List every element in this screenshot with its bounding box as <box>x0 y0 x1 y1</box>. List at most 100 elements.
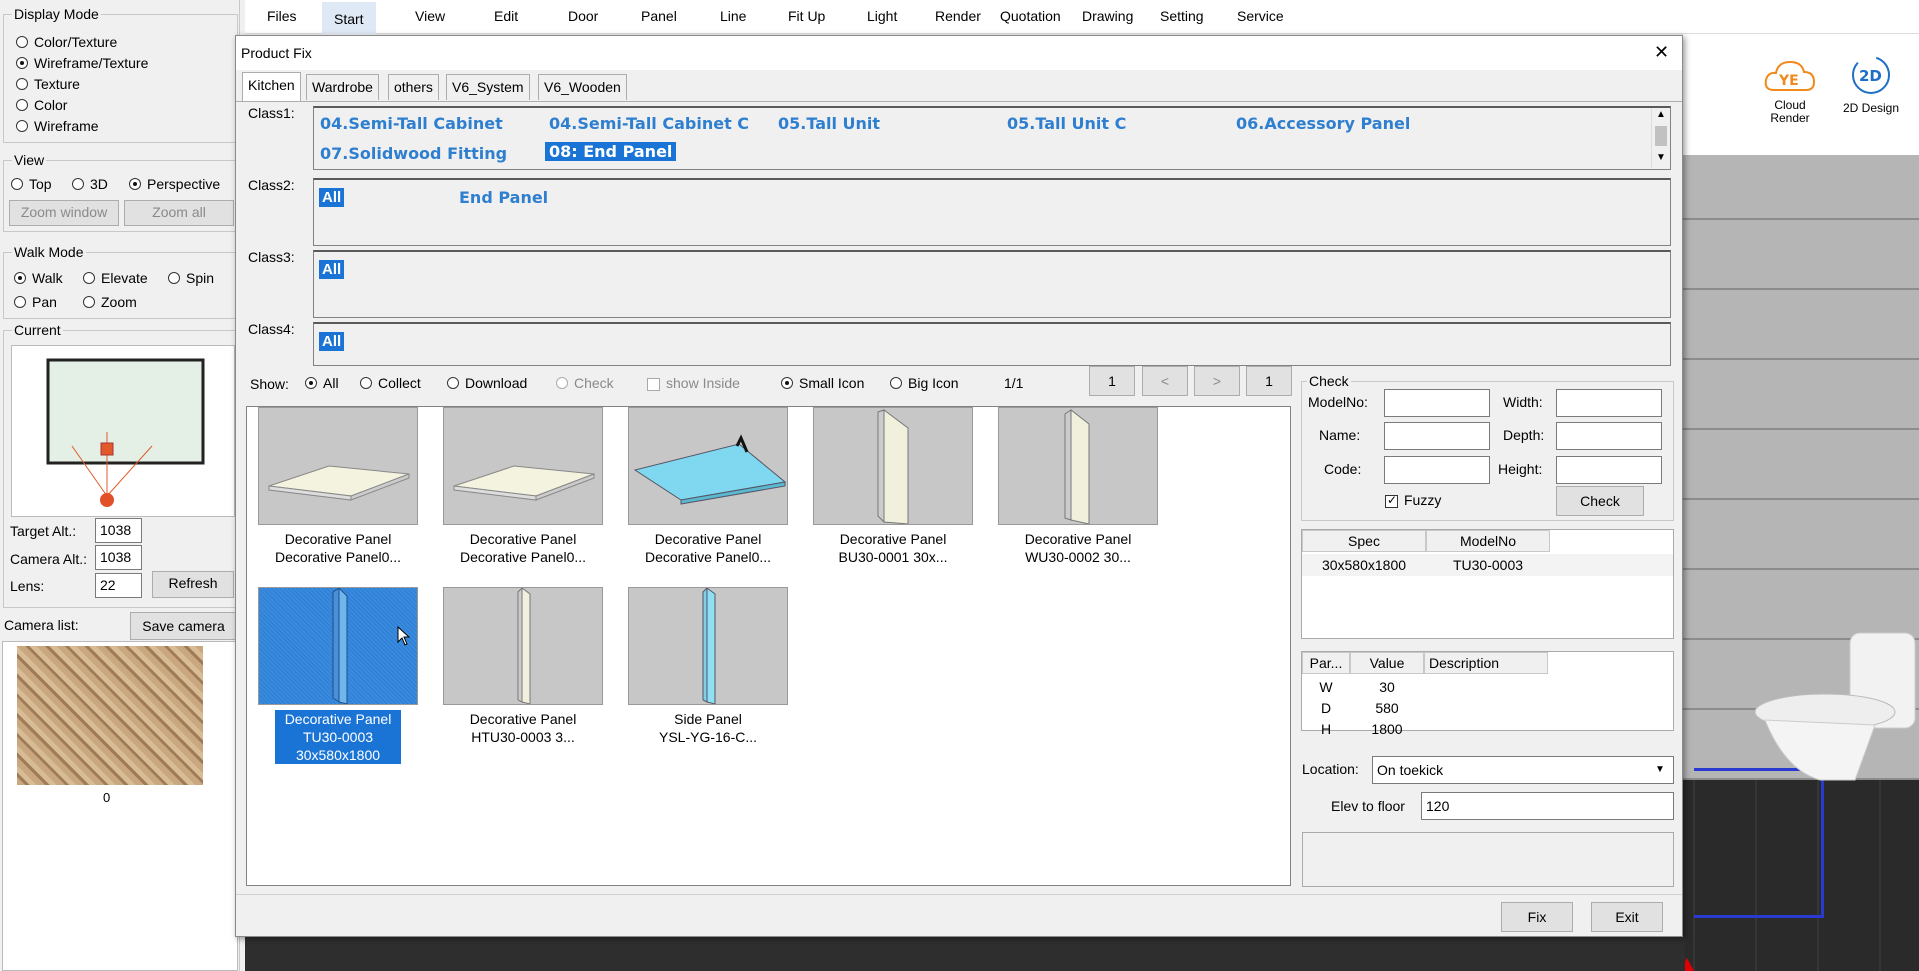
menu-door[interactable]: Door <box>568 8 598 24</box>
lens-field[interactable]: 22 <box>95 573 142 598</box>
height-field[interactable] <box>1556 456 1662 484</box>
walk-mode-pan[interactable]: Pan <box>14 294 57 310</box>
code-field[interactable] <box>1384 456 1490 484</box>
menu-render[interactable]: Render <box>935 8 981 24</box>
elev-to-floor-field[interactable]: 120 <box>1421 792 1674 820</box>
fuzzy-checkbox[interactable]: Fuzzy <box>1385 492 1441 508</box>
class1-item[interactable]: 06.Accessory Panel <box>1236 114 1410 133</box>
2d-design-button[interactable]: 2D 2D Design <box>1833 52 1909 142</box>
class1-list[interactable]: 04.Semi-Tall Cabinet 04.Semi-Tall Cabine… <box>313 106 1671 170</box>
menu-drawing[interactable]: Drawing <box>1082 8 1133 24</box>
product-item[interactable]: Decorative Panel HTU30-0003 3... <box>443 587 603 746</box>
show-collect-radio[interactable]: Collect <box>360 375 421 391</box>
fix-button[interactable]: Fix <box>1501 902 1573 932</box>
display-mode-color-texture[interactable]: Color/Texture <box>16 34 117 50</box>
zoom-window-button[interactable]: Zoom window <box>9 200 119 226</box>
spec-header-modelno[interactable]: ModelNo <box>1426 530 1550 552</box>
display-mode-texture[interactable]: Texture <box>16 76 80 92</box>
menu-start[interactable]: Start <box>322 2 376 34</box>
walk-mode-spin[interactable]: Spin <box>168 270 214 286</box>
product-thumbnail[interactable] <box>813 407 973 525</box>
tab-v6-system[interactable]: V6_System <box>446 74 530 100</box>
camera-thumbnail[interactable] <box>17 646 203 785</box>
class2-item[interactable]: End Panel <box>459 188 548 207</box>
product-item[interactable]: Decorative Panel Decorative Panel0... <box>628 407 788 566</box>
menu-view[interactable]: View <box>415 8 445 24</box>
class1-item-selected[interactable]: 08: End Panel <box>545 142 677 161</box>
product-thumbnail[interactable] <box>443 407 603 525</box>
class1-item[interactable]: 05.Tall Unit C <box>1007 114 1126 133</box>
display-mode-wireframe-texture[interactable]: Wireframe/Texture <box>16 55 148 71</box>
menu-quotation[interactable]: Quotation <box>1000 8 1061 24</box>
class1-item[interactable]: 04.Semi-Tall Cabinet <box>320 114 503 133</box>
tab-others[interactable]: others <box>388 74 439 100</box>
class3-list[interactable]: All <box>313 250 1671 318</box>
param-value-cell[interactable]: 30 <box>1350 679 1424 695</box>
show-check-radio[interactable]: Check <box>556 375 614 391</box>
first-page-button[interactable]: 1 <box>1089 366 1135 396</box>
product-item[interactable]: Decorative Panel WU30-0002 30... <box>998 407 1158 566</box>
show-inside-checkbox[interactable]: show Inside <box>647 375 740 391</box>
param-value-cell[interactable]: 580 <box>1350 700 1424 716</box>
view-3d[interactable]: 3D <box>72 176 108 192</box>
product-item[interactable]: Decorative Panel BU30-0001 30x... <box>813 407 973 566</box>
location-select[interactable]: On toekick ▼ <box>1372 756 1674 784</box>
scroll-down-icon[interactable]: ▼ <box>1656 152 1666 163</box>
view-perspective[interactable]: Perspective <box>129 176 220 192</box>
class4-list[interactable]: All <box>313 322 1671 366</box>
walk-mode-zoom[interactable]: Zoom <box>83 294 137 310</box>
product-item[interactable]: Decorative Panel Decorative Panel0... <box>258 407 418 566</box>
display-mode-color[interactable]: Color <box>16 97 67 113</box>
display-mode-wireframe[interactable]: Wireframe <box>16 118 99 134</box>
menu-fit-up[interactable]: Fit Up <box>788 8 825 24</box>
class4-all[interactable]: All <box>319 332 345 351</box>
product-item[interactable]: Decorative Panel Decorative Panel0... <box>443 407 603 566</box>
cloud-render-button[interactable]: YE Cloud Render <box>1760 56 1820 146</box>
product-item[interactable]: Side Panel YSL-YG-16-C... <box>628 587 788 746</box>
menu-files[interactable]: Files <box>267 8 297 24</box>
menu-line[interactable]: Line <box>720 8 746 24</box>
spec-header-spec[interactable]: Spec <box>1302 530 1426 552</box>
show-all-radio[interactable]: All <box>305 375 339 391</box>
class1-item[interactable]: 07.Solidwood Fitting <box>320 144 507 163</box>
target-alt-field[interactable]: 1038 <box>95 518 142 543</box>
param-header-par[interactable]: Par... <box>1302 652 1350 674</box>
depth-field[interactable] <box>1556 422 1662 450</box>
scroll-up-icon[interactable]: ▲ <box>1656 109 1666 120</box>
product-thumbnail[interactable] <box>258 407 418 525</box>
menu-panel[interactable]: Panel <box>641 8 677 24</box>
class2-list[interactable]: All End Panel <box>313 178 1671 246</box>
camera-preview[interactable] <box>11 345 235 517</box>
last-page-button[interactable]: 1 <box>1246 366 1292 396</box>
walk-mode-elevate[interactable]: Elevate <box>83 270 148 286</box>
camera-list[interactable]: 0 <box>2 641 238 971</box>
product-thumbnail[interactable] <box>628 407 788 525</box>
param-header-value[interactable]: Value <box>1350 652 1424 674</box>
small-icon-radio[interactable]: Small Icon <box>781 375 864 391</box>
scroll-thumb[interactable] <box>1655 126 1667 146</box>
menu-light[interactable]: Light <box>867 8 897 24</box>
width-field[interactable] <box>1556 389 1662 417</box>
class3-all[interactable]: All <box>319 260 345 279</box>
show-download-radio[interactable]: Download <box>447 375 527 391</box>
check-button[interactable]: Check <box>1556 486 1644 516</box>
product-thumbnail[interactable] <box>628 587 788 705</box>
param-value-cell[interactable]: 1800 <box>1350 721 1424 737</box>
class1-scrollbar[interactable]: ▲ ▼ <box>1651 108 1669 168</box>
prev-page-button[interactable]: < <box>1142 366 1188 396</box>
tab-kitchen[interactable]: Kitchen <box>242 72 301 102</box>
tab-wardrobe[interactable]: Wardrobe <box>306 74 379 100</box>
class2-all[interactable]: All <box>319 188 345 207</box>
model-no-field[interactable] <box>1384 389 1490 417</box>
product-thumbnail[interactable] <box>998 407 1158 525</box>
menu-edit[interactable]: Edit <box>494 8 518 24</box>
name-field[interactable] <box>1384 422 1490 450</box>
refresh-button[interactable]: Refresh <box>152 571 234 598</box>
product-thumbnail[interactable] <box>443 587 603 705</box>
product-thumbnail[interactable] <box>258 587 418 705</box>
product-grid[interactable]: Decorative Panel Decorative Panel0... Dec… <box>246 406 1291 886</box>
walk-mode-walk[interactable]: Walk <box>14 270 63 286</box>
view-top[interactable]: Top <box>11 176 52 192</box>
save-camera-button[interactable]: Save camera <box>130 612 237 640</box>
close-icon[interactable]: ✕ <box>1654 42 1669 63</box>
